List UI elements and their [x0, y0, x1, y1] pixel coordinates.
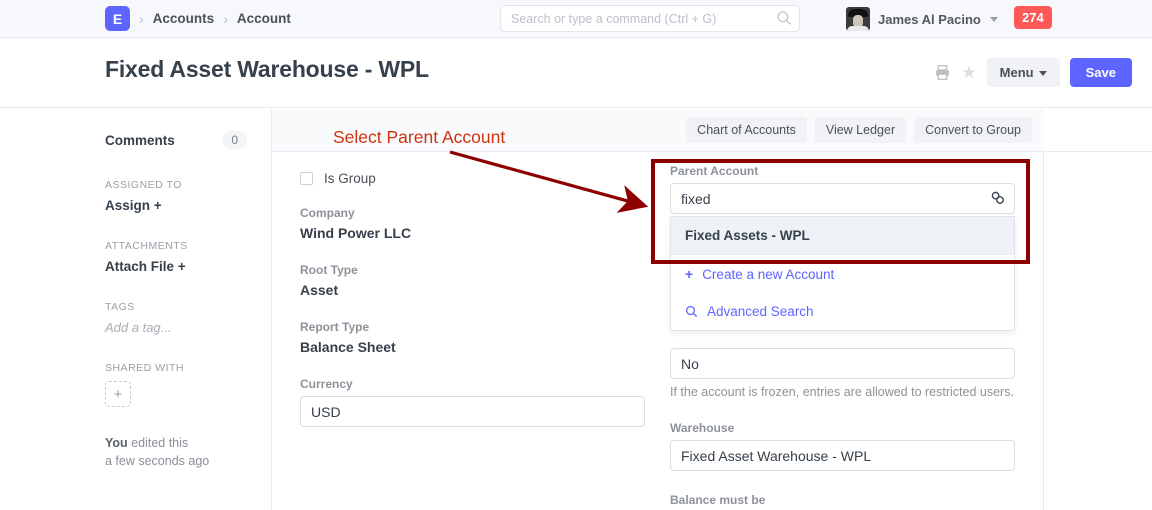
view-ledger-button[interactable]: View Ledger: [815, 117, 906, 143]
left-sidebar: Comments 0 ASSIGNED TO Assign + ATTACHME…: [0, 109, 272, 510]
breadcrumb-accounts[interactable]: Accounts: [153, 11, 215, 26]
company-label: Company: [300, 206, 645, 220]
chevron-down-icon: [990, 17, 998, 22]
frozen-input[interactable]: [670, 348, 1015, 379]
right-rail: [1045, 109, 1152, 510]
search-icon: [776, 10, 792, 26]
annotation-text: Select Parent Account: [333, 127, 505, 148]
notification-badge[interactable]: 274: [1014, 6, 1052, 29]
report-type-value: Balance Sheet: [300, 339, 645, 355]
parent-account-dropdown: Fixed Assets - WPL + Create a new Accoun…: [670, 216, 1015, 331]
star-icon[interactable]: ★: [961, 64, 976, 81]
parent-account-input[interactable]: [670, 183, 1015, 214]
comments-count: 0: [222, 131, 247, 149]
shared-with-block: SHARED WITH +: [105, 362, 247, 407]
parent-account-label: Parent Account: [670, 164, 1015, 178]
assign-button[interactable]: Assign +: [105, 198, 247, 213]
shared-with-heading: SHARED WITH: [105, 362, 247, 374]
warehouse-label: Warehouse: [670, 421, 1015, 435]
last-edited-info: You edited this a few seconds ago: [105, 434, 247, 470]
root-type-field: Root Type Asset: [300, 263, 645, 298]
menu-label: Menu: [1000, 65, 1034, 80]
dropdown-option-fixed-assets[interactable]: Fixed Assets - WPL: [671, 217, 1014, 254]
title-actions: ★ Menu Save: [934, 58, 1132, 87]
advanced-search-label: Advanced Search: [707, 304, 814, 319]
balance-must-be-field: Balance must be: [670, 493, 1015, 510]
form-column-right: Parent Account Fixed Assets - WPL + Crea…: [670, 164, 1015, 510]
chevron-down-icon: [1039, 71, 1047, 76]
app-logo[interactable]: E: [105, 6, 130, 31]
advanced-search-option[interactable]: Advanced Search: [671, 293, 1014, 330]
printer-icon[interactable]: [934, 64, 951, 81]
top-navbar: E › Accounts › Account James Al Pacino 2…: [0, 0, 1152, 38]
edited-time: a few seconds ago: [105, 452, 247, 470]
frozen-description: If the account is frozen, entries are al…: [670, 385, 1015, 399]
parent-account-combo[interactable]: Fixed Assets - WPL + Create a new Accoun…: [670, 183, 1015, 214]
form-column-left: Is Group Company Wind Power LLC Root Typ…: [300, 171, 645, 449]
is-group-row[interactable]: Is Group: [300, 171, 645, 186]
chart-of-accounts-button[interactable]: Chart of Accounts: [686, 117, 807, 143]
save-button[interactable]: Save: [1070, 58, 1132, 87]
edited-actor: You: [105, 436, 128, 450]
company-field: Company Wind Power LLC: [300, 206, 645, 241]
search-input[interactable]: [500, 5, 800, 32]
company-value: Wind Power LLC: [300, 225, 645, 241]
add-tag-input[interactable]: Add a tag...: [105, 320, 247, 335]
warehouse-field: Warehouse: [670, 421, 1015, 471]
tags-block: TAGS Add a tag...: [105, 301, 247, 335]
parent-account-field: Parent Account Fixed Assets - WPL + Crea…: [670, 164, 1015, 214]
report-type-field: Report Type Balance Sheet: [300, 320, 645, 355]
balance-must-be-label: Balance must be: [670, 493, 1015, 507]
link-icon[interactable]: [990, 190, 1006, 206]
currency-label: Currency: [300, 377, 645, 391]
main-content: Chart of Accounts View Ledger Convert to…: [272, 109, 1044, 510]
global-search[interactable]: [500, 5, 800, 32]
avatar: [846, 7, 870, 31]
tags-heading: TAGS: [105, 301, 247, 313]
is-group-label: Is Group: [324, 171, 376, 186]
attachments-block: ATTACHMENTS Attach File +: [105, 240, 247, 274]
user-name: James Al Pacino: [878, 12, 981, 27]
is-group-checkbox[interactable]: [300, 172, 313, 185]
page-title: Fixed Asset Warehouse - WPL: [105, 56, 429, 83]
currency-field: Currency: [300, 377, 645, 427]
breadcrumb-separator-2: ›: [223, 11, 228, 27]
currency-input[interactable]: [300, 396, 645, 427]
comments-label: Comments: [105, 133, 175, 148]
assigned-to-block: ASSIGNED TO Assign +: [105, 179, 247, 213]
search-icon: [685, 305, 698, 318]
edited-action: edited this: [128, 436, 188, 450]
convert-to-group-button[interactable]: Convert to Group: [914, 117, 1032, 143]
title-bar: Fixed Asset Warehouse - WPL ★ Menu Save: [0, 38, 1152, 108]
warehouse-input[interactable]: [670, 440, 1015, 471]
root-type-label: Root Type: [300, 263, 645, 277]
plus-icon[interactable]: +: [105, 381, 131, 407]
right-rail-toolbar: [1045, 109, 1152, 152]
create-new-account-option[interactable]: + Create a new Account: [671, 255, 1014, 293]
root-type-value: Asset: [300, 282, 645, 298]
assigned-to-heading: ASSIGNED TO: [105, 179, 247, 191]
comments-row[interactable]: Comments 0: [105, 131, 247, 149]
breadcrumb-separator-1: ›: [139, 11, 144, 27]
menu-button[interactable]: Menu: [987, 58, 1060, 87]
report-type-label: Report Type: [300, 320, 645, 334]
plus-icon: +: [685, 266, 693, 282]
frozen-field: If the account is frozen, entries are al…: [670, 348, 1015, 399]
attachments-heading: ATTACHMENTS: [105, 240, 247, 252]
create-new-account-label: Create a new Account: [702, 267, 834, 282]
attach-file-button[interactable]: Attach File +: [105, 259, 247, 274]
breadcrumb-account[interactable]: Account: [237, 11, 291, 26]
user-menu[interactable]: James Al Pacino: [846, 7, 998, 31]
